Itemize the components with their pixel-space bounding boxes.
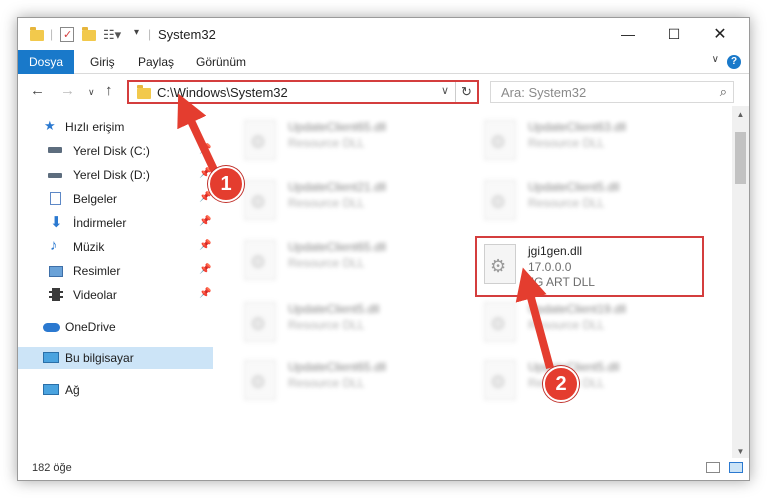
annotation-arrow-2 [515,267,554,370]
annotation-callout-1: 1 [208,166,244,202]
annotation-arrow-1 [177,93,219,174]
annotation-callout-2: 2 [543,366,579,402]
annotation-arrows [177,93,554,370]
